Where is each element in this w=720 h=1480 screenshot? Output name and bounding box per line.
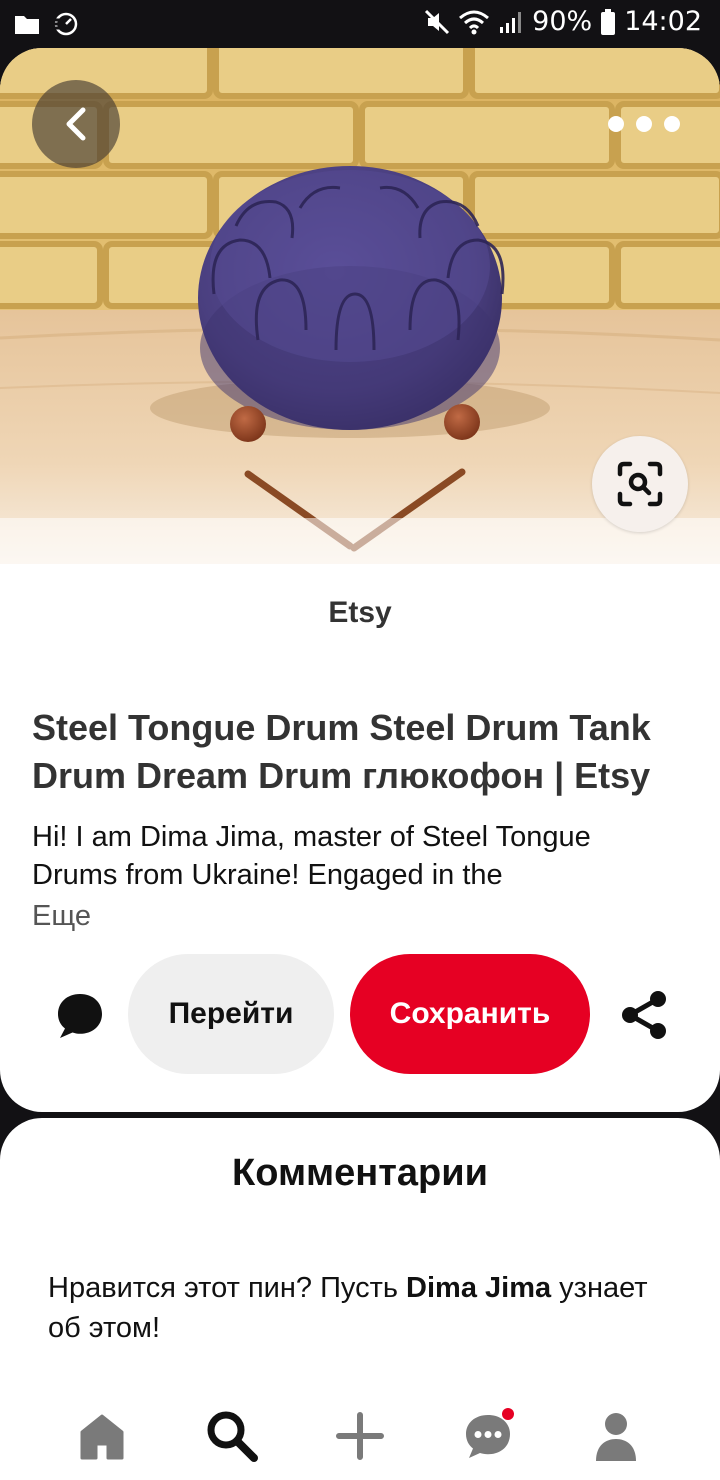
create-icon	[336, 1412, 384, 1460]
home-icon	[80, 1414, 124, 1460]
search-icon	[207, 1411, 258, 1462]
clock: 14:02	[624, 6, 702, 37]
pin-card: Etsy Steel Tongue Drum Steel Drum Tank D…	[0, 48, 720, 1112]
profile-icon	[596, 1413, 636, 1461]
wifi-icon	[459, 10, 490, 34]
nav-search[interactable]	[202, 1406, 262, 1466]
more-icon	[608, 116, 624, 132]
signal-icon	[500, 11, 522, 33]
battery-percent: 90%	[532, 6, 593, 37]
nav-profile[interactable]	[586, 1406, 646, 1466]
visual-search-icon	[617, 461, 663, 507]
pin-author-name[interactable]: Dima Jima	[406, 1272, 551, 1304]
pin-source[interactable]: Etsy	[0, 596, 720, 630]
mute-icon	[425, 9, 450, 34]
pin-image[interactable]	[0, 48, 720, 564]
pin-description: Hi! I am Dima Jima, master of Steel Tong…	[32, 821, 591, 891]
notification-dot	[502, 1408, 514, 1420]
more-button[interactable]	[608, 106, 680, 142]
show-more-link[interactable]: Еще	[32, 900, 91, 933]
comment-icon[interactable]	[54, 990, 106, 1042]
back-icon	[66, 107, 86, 141]
pin-actions: Перейти Сохранить	[0, 954, 720, 1074]
folder-icon	[15, 16, 39, 34]
data-saver-icon	[54, 12, 78, 36]
battery-icon	[601, 8, 616, 35]
visual-search-button[interactable]	[592, 436, 688, 532]
save-button[interactable]: Сохранить	[350, 954, 590, 1074]
visit-button[interactable]: Перейти	[128, 954, 334, 1074]
bottom-nav	[0, 1396, 720, 1480]
nav-create[interactable]	[330, 1406, 390, 1466]
nav-home[interactable]	[72, 1406, 132, 1466]
comments-prompt: Нравится этот пин? Пусть Dima Jima узнае…	[48, 1272, 648, 1344]
comments-title: Комментарии	[232, 1152, 488, 1194]
pin-title: Steel Tongue Drum Steel Drum Tank Drum D…	[32, 707, 651, 796]
share-icon[interactable]	[620, 990, 668, 1040]
nav-messages[interactable]	[458, 1406, 518, 1466]
status-bar: 90% 14:02	[0, 0, 720, 48]
back-button[interactable]	[32, 80, 120, 168]
